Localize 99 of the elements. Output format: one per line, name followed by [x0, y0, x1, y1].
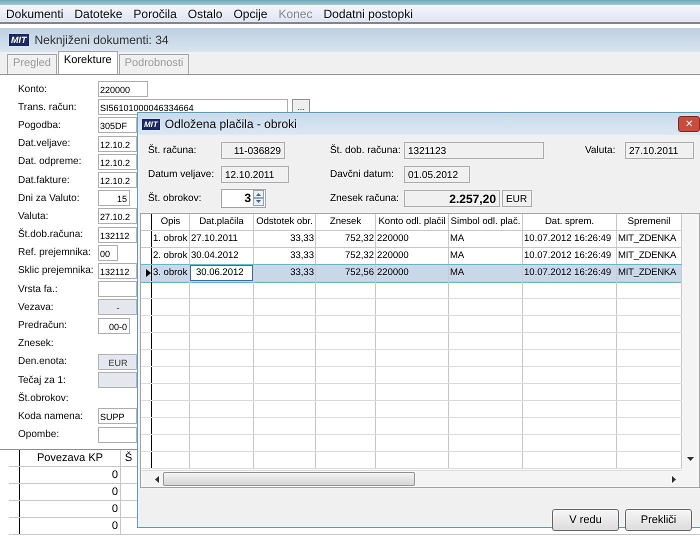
table-cell: 1. obrok [152, 231, 190, 247]
table-cell: 752,32 [316, 231, 376, 247]
field-label: Dat.fakture: [18, 174, 71, 186]
readonly-field: 01.05.2012 [404, 166, 470, 182]
field-label: Št.obrokov: [18, 392, 70, 404]
field-label: Opombe: [18, 429, 60, 440]
column-header[interactable]: Znesek [316, 214, 376, 230]
input-field[interactable] [98, 426, 137, 443]
horizontal-scrollbar[interactable] [141, 470, 682, 487]
table-cell: 33,33 [254, 265, 316, 281]
table-cell: 27.10.2011 [190, 231, 254, 247]
scroll-down-icon[interactable] [687, 457, 694, 461]
table-cell: 0 [20, 484, 121, 500]
table-cell: 0 [20, 466, 121, 483]
row-pointer-icon [146, 269, 151, 277]
input-field[interactable]: 12.10.2 [98, 136, 137, 152]
input-field[interactable]: 132112 [98, 226, 137, 243]
menu-item[interactable]: Ostalo [188, 6, 222, 20]
field-label: Datum veljave: [148, 168, 216, 180]
input-field[interactable]: 27.10.2 [98, 208, 137, 224]
dialog-button[interactable]: V redu [552, 509, 619, 531]
field-label: Dni za Valuto: [18, 192, 81, 204]
input-field[interactable]: 15 [98, 190, 130, 206]
table-cell: 0 [20, 500, 121, 517]
currency-field: EUR [502, 190, 532, 206]
input-field[interactable]: SUPP [98, 408, 137, 424]
logo-icon: MIT [9, 34, 28, 46]
field-label: Znesek: [18, 338, 55, 350]
field-label: Predračun: [18, 320, 68, 332]
field-label: Ref. prejemnika: [18, 247, 92, 258]
vertical-scrollbar[interactable] [682, 214, 699, 487]
table-cell: 220000 [376, 231, 449, 247]
field-label: Den.enota: [18, 356, 68, 368]
menu-item[interactable]: Opcije [233, 6, 268, 20]
readonly-field: 1321123 [404, 142, 544, 158]
menu-item[interactable]: Poročila [133, 6, 177, 20]
field-label: Konto: [18, 84, 48, 95]
field-label: Znesek računa: [330, 192, 400, 204]
field-label: Št. dob. računa: [330, 144, 402, 156]
input-field[interactable]: EUR [98, 354, 137, 370]
table-cell: 33,33 [254, 231, 316, 247]
field-label: Koda namena: [18, 410, 84, 422]
readonly-field: 11-036829 [221, 142, 285, 158]
field-label: Sklic prejemnika: [18, 265, 95, 276]
field-label: Tečaj za 1: [18, 374, 67, 386]
field-label: Dat.veljave: [18, 138, 72, 150]
table-cell: 220000 [376, 265, 449, 281]
window-title: Neknjiženi dokumenti: 34 [34, 33, 169, 47]
scroll-left-icon[interactable] [155, 476, 159, 482]
table-cell: MA [449, 265, 523, 281]
input-field[interactable]: 00 [98, 244, 118, 261]
menu-item[interactable]: Dodatni postopki [323, 6, 413, 20]
field-label: Vrsta fa.: [18, 284, 59, 295]
column-header[interactable]: Konto odl. plačil [376, 214, 449, 230]
table-cell: 752,56 [316, 265, 376, 281]
dialog-title: Odložena plačila - obroki [164, 117, 297, 131]
scroll-right-icon[interactable] [672, 476, 676, 482]
field-label: Št. računa: [148, 144, 198, 156]
field-label: Valuta: [18, 210, 50, 222]
input-field[interactable]: 12.10.2 [98, 154, 137, 170]
column-header[interactable]: Povezava KP [20, 450, 121, 466]
field-label: Davčni datum: [330, 168, 395, 180]
field-label: Št.dob.računa: [18, 229, 84, 240]
menu-item[interactable]: Datoteke [74, 6, 122, 20]
input-field[interactable]: 305DF [98, 117, 137, 134]
input-field[interactable]: 00-0 [98, 318, 130, 334]
column-header[interactable]: Dat.plačila [190, 214, 254, 230]
spinner-field[interactable]: 3 [221, 188, 266, 208]
field-label: Dat. odpreme: [18, 156, 82, 168]
column-header[interactable]: Š [121, 450, 136, 466]
readonly-field: 27.10.2011 [625, 142, 694, 158]
dialog-button[interactable]: Prekliči [625, 509, 692, 531]
column-header[interactable]: Opis [152, 214, 190, 230]
table-cell: 10.07.2012 16:26:49 [523, 265, 617, 281]
input-field[interactable] [98, 281, 137, 298]
field-label: Št. obrokov: [148, 192, 202, 204]
input-field[interactable]: 12.10.2 [98, 172, 137, 188]
input-field[interactable]: 132112 [98, 262, 137, 279]
amount-field: 2.257,20 [404, 190, 500, 206]
close-button[interactable]: ✕ [678, 116, 700, 132]
table-cell: MA [449, 231, 523, 247]
spinner-arrows-icon[interactable] [253, 190, 264, 206]
menu-item[interactable]: Dokumenti [6, 6, 64, 20]
readonly-field: 12.10.2011 [221, 166, 289, 182]
column-header[interactable]: Dat. sprem. [523, 214, 617, 230]
field-label: Pogodba: [18, 120, 62, 131]
tab[interactable]: Korekture [58, 51, 118, 74]
table-cell: 10.07.2012 16:26:49 [523, 231, 617, 247]
input-field[interactable]: - [98, 299, 137, 316]
column-header[interactable]: Odstotek obr. [254, 214, 316, 230]
table-cell: 0 [20, 518, 121, 534]
input-field[interactable] [98, 372, 137, 388]
field-label: Valuta: [585, 144, 616, 156]
field-label: Vezava: [18, 302, 55, 313]
table-cell[interactable]: 30.06.2012 [190, 265, 254, 281]
column-header[interactable]: Simbol odl. plač. [449, 214, 523, 230]
input-field[interactable]: 220000 [98, 81, 148, 98]
field-label: Trans. račun: [18, 102, 78, 113]
logo-icon: MIT [142, 118, 160, 130]
